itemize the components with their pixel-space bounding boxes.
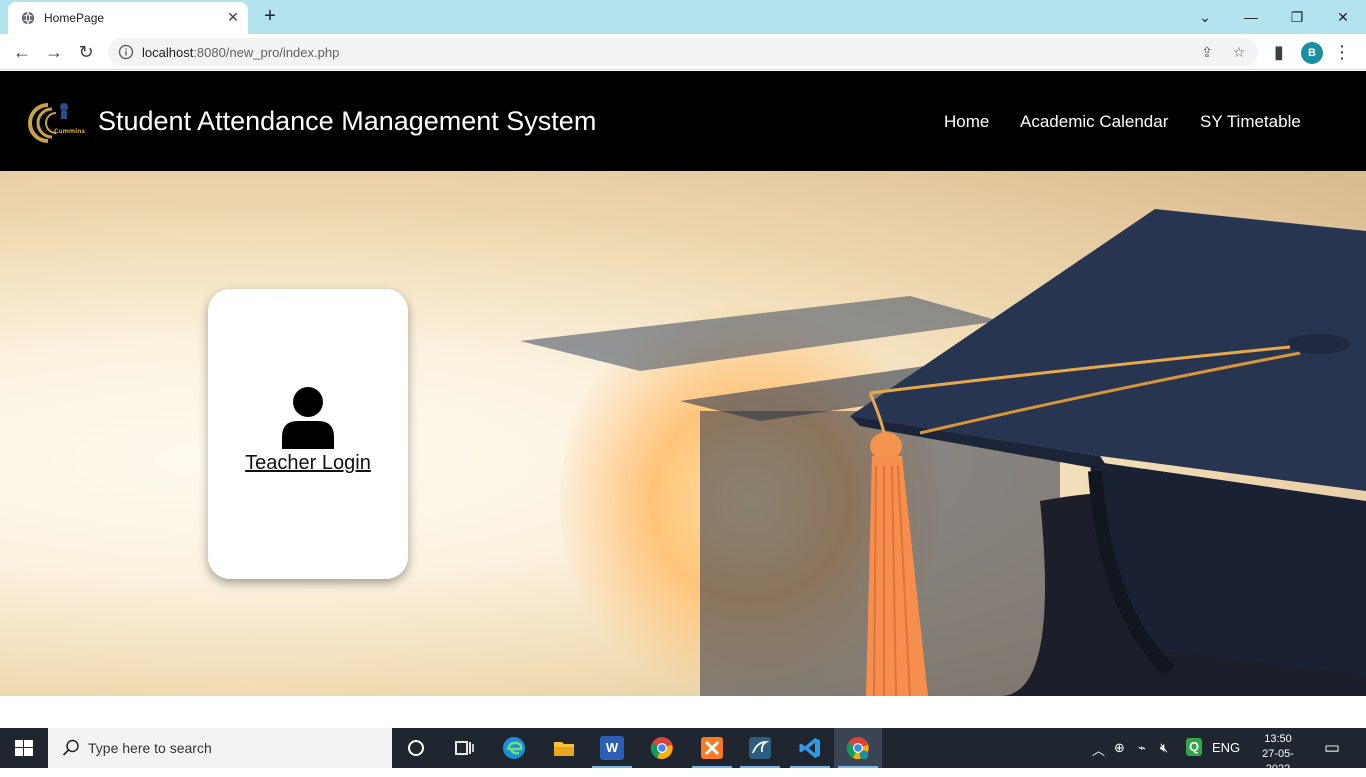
nav-academic-calendar[interactable]: Academic Calendar — [1020, 112, 1168, 132]
taskbar-chrome-profile[interactable] — [834, 728, 882, 768]
close-window-icon[interactable]: ✕ — [1320, 4, 1366, 30]
bookmark-star-icon[interactable]: ☆ — [1230, 43, 1248, 61]
teacher-login-card[interactable]: Teacher Login — [208, 289, 408, 579]
nav-sy-timetable[interactable]: SY Timetable — [1200, 112, 1301, 132]
tray-chevron-up-icon[interactable]: ︿ — [1092, 740, 1105, 759]
taskbar-edge[interactable] — [490, 728, 538, 768]
profile-avatar[interactable]: B — [1301, 42, 1323, 64]
folder-icon — [554, 742, 574, 756]
system-clock[interactable]: 13:50 27-05-2022 — [1252, 732, 1304, 777]
user-icon — [282, 387, 334, 449]
network-globe-icon[interactable]: ⊕ — [1114, 740, 1125, 756]
windows-start-icon[interactable] — [0, 728, 48, 768]
search-placeholder: Type here to search — [88, 740, 212, 756]
browser-toolbar: ← → ↻ localhost:8080/new_pro/index.php ⇪… — [0, 34, 1366, 70]
browser-tab[interactable]: HomePage ✕ — [8, 2, 248, 34]
tab-search-chevron-icon[interactable]: ⌄ — [1182, 4, 1228, 30]
circle-icon — [408, 740, 424, 756]
taskbar-file-explorer[interactable] — [540, 728, 588, 768]
windows-taskbar: Type here to search W ︿ ⊕ ⌁ 🔇︎ Q ENG 13:… — [0, 728, 1366, 775]
notification-center-icon[interactable]: ▭ — [1324, 738, 1340, 758]
reload-icon[interactable]: ↻ — [74, 40, 98, 64]
forward-icon[interactable]: → — [42, 40, 66, 64]
clock-date: 27-05-2022 — [1262, 748, 1294, 775]
vscode-icon — [799, 738, 820, 758]
restore-icon[interactable]: ❐ — [1274, 4, 1320, 30]
nav-home[interactable]: Home — [944, 112, 989, 132]
side-panel-icon[interactable]: ▮ — [1267, 40, 1291, 64]
college-logo-icon: Cummins — [28, 103, 86, 143]
share-icon[interactable]: ⇪ — [1198, 43, 1216, 61]
close-tab-icon[interactable]: ✕ — [224, 8, 242, 26]
battery-plug-icon[interactable]: ⌁ — [1138, 740, 1146, 756]
hero-banner: Teacher Login — [0, 171, 1366, 696]
xampp-icon — [701, 737, 723, 759]
site-title: Student Attendance Management System — [98, 106, 597, 136]
menu-kebab-icon[interactable]: ⋮ — [1330, 40, 1354, 64]
volume-muted-icon[interactable]: 🔇︎ — [1160, 740, 1168, 756]
new-tab-icon[interactable]: + — [258, 5, 282, 29]
info-icon[interactable] — [118, 44, 134, 60]
taskbar-word[interactable]: W — [588, 728, 636, 768]
back-icon[interactable]: ← — [10, 40, 34, 64]
svg-text:Cummins: Cummins — [54, 128, 86, 135]
word-icon: W — [600, 736, 624, 760]
input-language[interactable]: ENG — [1212, 740, 1240, 755]
globe-icon — [21, 11, 35, 25]
browser-tab-strip: HomePage ✕ + ⌄ — ❐ ✕ — [0, 0, 1366, 34]
taskbar-vscode[interactable] — [786, 728, 834, 768]
taskbar-xampp[interactable] — [688, 728, 736, 768]
taskbar-task-view[interactable] — [440, 728, 488, 768]
url-text: localhost:8080/new_pro/index.php — [142, 45, 340, 60]
site-header: Cummins Student Attendance Management Sy… — [0, 71, 1366, 171]
edge-icon — [503, 737, 525, 759]
teacher-login-link[interactable]: Teacher Login — [208, 452, 408, 475]
taskbar-mysql-workbench[interactable] — [736, 728, 784, 768]
search-icon — [62, 739, 79, 756]
task-view-icon — [455, 741, 474, 755]
graduation-cap-image — [520, 209, 1366, 696]
chrome-icon — [650, 737, 673, 759]
qr-app-icon[interactable]: Q — [1186, 738, 1202, 756]
taskbar-chrome[interactable] — [638, 728, 686, 768]
minimize-icon[interactable]: — — [1228, 4, 1274, 30]
tab-title: HomePage — [44, 11, 105, 25]
address-bar[interactable]: localhost:8080/new_pro/index.php ⇪ ☆ — [108, 38, 1258, 66]
taskbar-search-input[interactable]: Type here to search — [48, 728, 392, 768]
dolphin-icon — [749, 737, 771, 759]
chrome-icon — [846, 737, 869, 760]
taskbar-cortana[interactable] — [392, 728, 440, 768]
clock-time: 13:50 — [1264, 733, 1292, 745]
